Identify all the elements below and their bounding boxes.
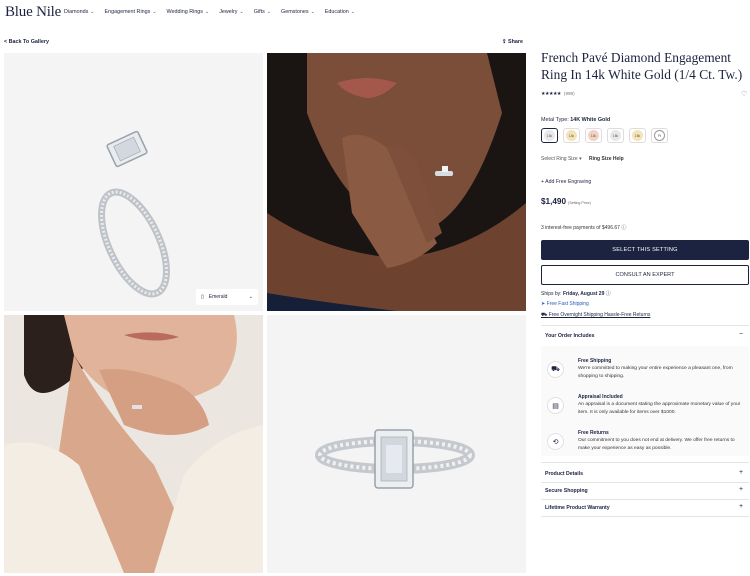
gallery-image-model-chin[interactable] [267,53,526,311]
product-panel: French Pavé Diamond Engagement Ring In 1… [541,50,749,517]
metal-type-label: Metal Type: 14K White Gold [541,117,611,123]
ring-size-select[interactable]: Select Ring Size ▾ [541,156,582,162]
model-photo [267,53,526,311]
menu-wedding-rings[interactable]: Wedding Rings ⌄ [167,9,210,15]
accordion-lifetime-warranty[interactable]: Lifetime Product Warranty [545,505,610,511]
emerald-shape-icon: ▯ [201,294,204,300]
add-engraving-link[interactable]: + Add Free Engraving [541,179,591,185]
chevron-down-icon: ⌄ [350,9,355,15]
divider [541,482,749,483]
divider [541,325,749,326]
ring-size-row: Select Ring Size ▾ Ring Size Help [541,156,624,162]
wishlist-heart-icon[interactable]: ♡ [741,90,747,98]
rating-stars[interactable]: ★★★★★ (999) [541,91,575,97]
document-icon: ▤ [547,397,564,414]
share-button[interactable]: ⇪ Share [502,39,523,45]
order-includes-panel: ⛟ Free Shipping We're committed to makin… [541,346,749,456]
chevron-down-icon: ⌄ [266,9,271,15]
divider [541,499,749,500]
model-photo [4,315,263,573]
accordion-product-details[interactable]: Product Details [545,471,583,477]
ring-image [98,130,170,298]
logo[interactable]: Blue Nile [5,4,61,21]
menu-diamonds[interactable]: Diamonds ⌄ [64,9,94,15]
shape-selector[interactable]: ▯ Emerald ⌄ [196,289,258,305]
metal-swatches: 14k 14k 14k 18k 18k Pt [541,128,668,143]
chevron-down-icon: ⌄ [90,9,95,15]
top-navigation: Blue Nile Diamonds ⌄ Engagement Rings ⌄ We… [0,0,750,26]
order-includes-heading[interactable]: Your Order Includes [545,333,594,339]
chevron-down-icon: ⌄ [239,9,244,15]
accordion-secure-shopping[interactable]: Secure Shopping [545,488,588,494]
plus-icon[interactable]: + [739,503,743,510]
chevron-down-icon: ⌄ [248,294,253,300]
main-menu: Diamonds ⌄ Engagement Rings ⌄ Wedding Ring… [64,9,365,15]
price: $1,490 (Setting Price) [541,197,591,206]
metal-swatch-18k-yellow[interactable]: 18k [629,128,646,143]
plus-icon[interactable]: + [739,486,743,493]
menu-education[interactable]: Education ⌄ [325,9,355,15]
review-count: (999) [563,91,575,96]
chevron-down-icon: ⌄ [205,9,210,15]
metal-swatch-14k-white[interactable]: 14k [541,128,558,143]
metal-swatch-14k-yellow[interactable]: 14k [563,128,580,143]
chevron-down-icon: ⌄ [152,9,157,15]
gallery-image-ring-front[interactable] [267,315,526,573]
truck-icon: ⛟ [547,361,564,378]
ring-image [315,429,475,489]
plus-icon[interactable]: + [739,469,743,476]
product-title: French Pavé Diamond Engagement Ring In 1… [541,50,743,82]
back-to-gallery-link[interactable]: < Back To Gallery [4,39,49,45]
gallery-image-model-hand[interactable] [4,315,263,573]
overnight-shipping-link[interactable]: ⛟ Free Overnight Shipping Hassle-Free Re… [541,312,650,319]
menu-gifts[interactable]: Gifts ⌄ [254,9,271,15]
info-icon[interactable]: ⓘ [606,291,611,297]
divider [541,462,749,463]
menu-gemstones[interactable]: Gemstones ⌄ [281,9,315,15]
return-box-icon: ⟲ [547,433,564,450]
consult-expert-button[interactable]: CONSULT AN EXPERT [541,265,749,285]
installments-text: 3 interest-free payments of $496.67 ⓘ [541,225,627,231]
collapse-icon[interactable]: − [739,331,743,338]
gallery-image-ring-angle[interactable]: ▯ Emerald ⌄ [4,53,263,311]
metal-swatch-18k-white[interactable]: 18k [607,128,624,143]
menu-jewelry[interactable]: Jewelry ⌄ [219,9,243,15]
menu-engagement-rings[interactable]: Engagement Rings ⌄ [104,9,156,15]
caret-down-icon: ▾ [579,156,582,162]
ships-by: Ships by: Friday, August 29 ⓘ [541,291,611,297]
ring-size-help-link[interactable]: Ring Size Help [589,156,624,162]
truck-icon: ⛟ [541,312,549,318]
metal-swatch-14k-rose[interactable]: 14k [585,128,602,143]
divider [541,516,749,517]
fast-shipping: ➤ Free Fast Shipping [541,301,589,307]
metal-swatch-platinum[interactable]: Pt [651,128,668,143]
chevron-down-icon: ⌄ [310,9,315,15]
select-setting-button[interactable]: SELECT THIS SETTING [541,240,749,260]
